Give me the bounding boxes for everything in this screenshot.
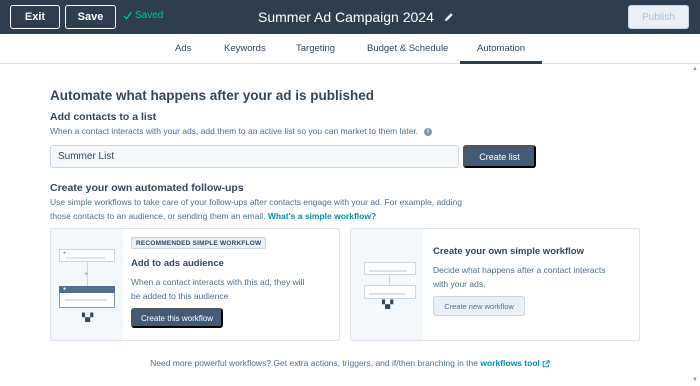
custom-action-block-icon <box>364 285 416 299</box>
add-to-audience-title: Add to ads audience <box>131 258 224 269</box>
list-select-value: Summer List <box>58 151 115 162</box>
recommended-badge: RECOMMENDED SIMPLE WORKFLOW <box>131 237 267 249</box>
followups-description: Use simple workflows to take care of you… <box>50 195 462 223</box>
custom-trigger-block-icon <box>364 262 416 275</box>
saved-status: Saved <box>123 10 163 21</box>
action-dot-icon: ● <box>63 286 67 292</box>
illustration-line <box>65 257 105 259</box>
followups-description-line1: Use simple workflows to take care of you… <box>50 197 462 207</box>
custom-workflow-desc-line2: with your ads. <box>433 279 486 289</box>
footer-text: Need more powerful workflows? Get extra … <box>150 358 478 368</box>
followups-description-line2: those contacts to an audience, or sendin… <box>50 211 266 221</box>
person-icon: ● <box>63 250 67 256</box>
list-select-input[interactable]: Summer List <box>50 145 459 168</box>
tab-ads[interactable]: Ads <box>175 43 191 54</box>
tab-keywords[interactable]: Keywords <box>224 43 266 54</box>
add-to-audience-description: When a contact interacts with this ad, t… <box>131 275 304 303</box>
scroll-up-arrow-icon[interactable]: ▲ <box>692 66 698 72</box>
action-block-header <box>59 286 115 293</box>
add-to-audience-desc-line2: be added to this audience <box>131 291 229 301</box>
create-list-button[interactable]: Create list <box>463 145 536 168</box>
pencil-edit-icon[interactable] <box>444 12 454 22</box>
custom-workflow-title: Create your own simple workflow <box>433 246 584 257</box>
scrollbar[interactable] <box>691 64 700 386</box>
add-to-audience-desc-line1: When a contact interacts with this ad, t… <box>131 277 305 287</box>
campaign-title: Summer Ad Campaign 2024 <box>258 9 454 25</box>
tab-bar: Ads Keywords Targeting Budget & Schedule… <box>0 34 700 64</box>
create-this-workflow-button[interactable]: Create this workflow <box>131 308 223 328</box>
workflow-illustration: ● + ● ▚▞ <box>51 229 123 340</box>
footer-note: Need more powerful workflows? Get extra … <box>0 358 700 368</box>
exit-button[interactable]: Exit <box>10 5 60 29</box>
end-flag-icon: ▚▞ <box>82 313 93 322</box>
illustration-line <box>369 293 405 295</box>
custom-workflow-illustration: ▚▞ <box>351 229 423 340</box>
plus-icon: + <box>84 271 89 278</box>
illustration-line <box>369 270 407 272</box>
tab-targeting[interactable]: Targeting <box>296 43 335 54</box>
contacts-description: When a contact interacts with your ads, … <box>50 124 433 138</box>
checkmark-icon <box>123 11 132 20</box>
simple-workflow-help-link[interactable]: What's a simple workflow? <box>268 211 376 221</box>
tab-automation[interactable]: Automation <box>477 43 525 54</box>
saved-status-label: Saved <box>135 10 164 21</box>
campaign-title-text: Summer Ad Campaign 2024 <box>258 9 434 25</box>
scroll-down-arrow-icon[interactable]: ▼ <box>692 377 698 383</box>
save-button[interactable]: Save <box>65 5 116 29</box>
followups-heading: Create your own automated follow-ups <box>50 182 244 194</box>
end-flag-icon: ▚▞ <box>382 300 393 309</box>
info-icon[interactable]: i <box>424 127 433 136</box>
top-bar: Exit Save Saved Summer Ad Campaign 2024 … <box>0 0 700 34</box>
active-tab-indicator <box>460 61 542 64</box>
tab-budget-schedule[interactable]: Budget & Schedule <box>367 43 448 54</box>
custom-workflow-description: Decide what happens after a contact inte… <box>433 263 605 291</box>
external-link-icon[interactable] <box>542 360 550 368</box>
followups-description-line2-wrap: those contacts to an audience, or sendin… <box>50 209 462 223</box>
create-new-workflow-button[interactable]: Create new workflow <box>433 296 525 316</box>
contacts-description-text: When a contact interacts with your ads, … <box>50 126 419 136</box>
contacts-heading: Add contacts to a list <box>50 111 157 123</box>
page-heading: Automate what happens after your ad is p… <box>50 88 375 103</box>
illustration-line <box>65 299 107 301</box>
illustration-connector <box>389 275 390 285</box>
custom-workflow-desc-line1: Decide what happens after a contact inte… <box>433 265 606 275</box>
publish-button[interactable]: Publish <box>628 5 689 29</box>
workflows-tool-link[interactable]: workflows tool <box>480 358 540 368</box>
trigger-block-icon <box>59 249 115 262</box>
